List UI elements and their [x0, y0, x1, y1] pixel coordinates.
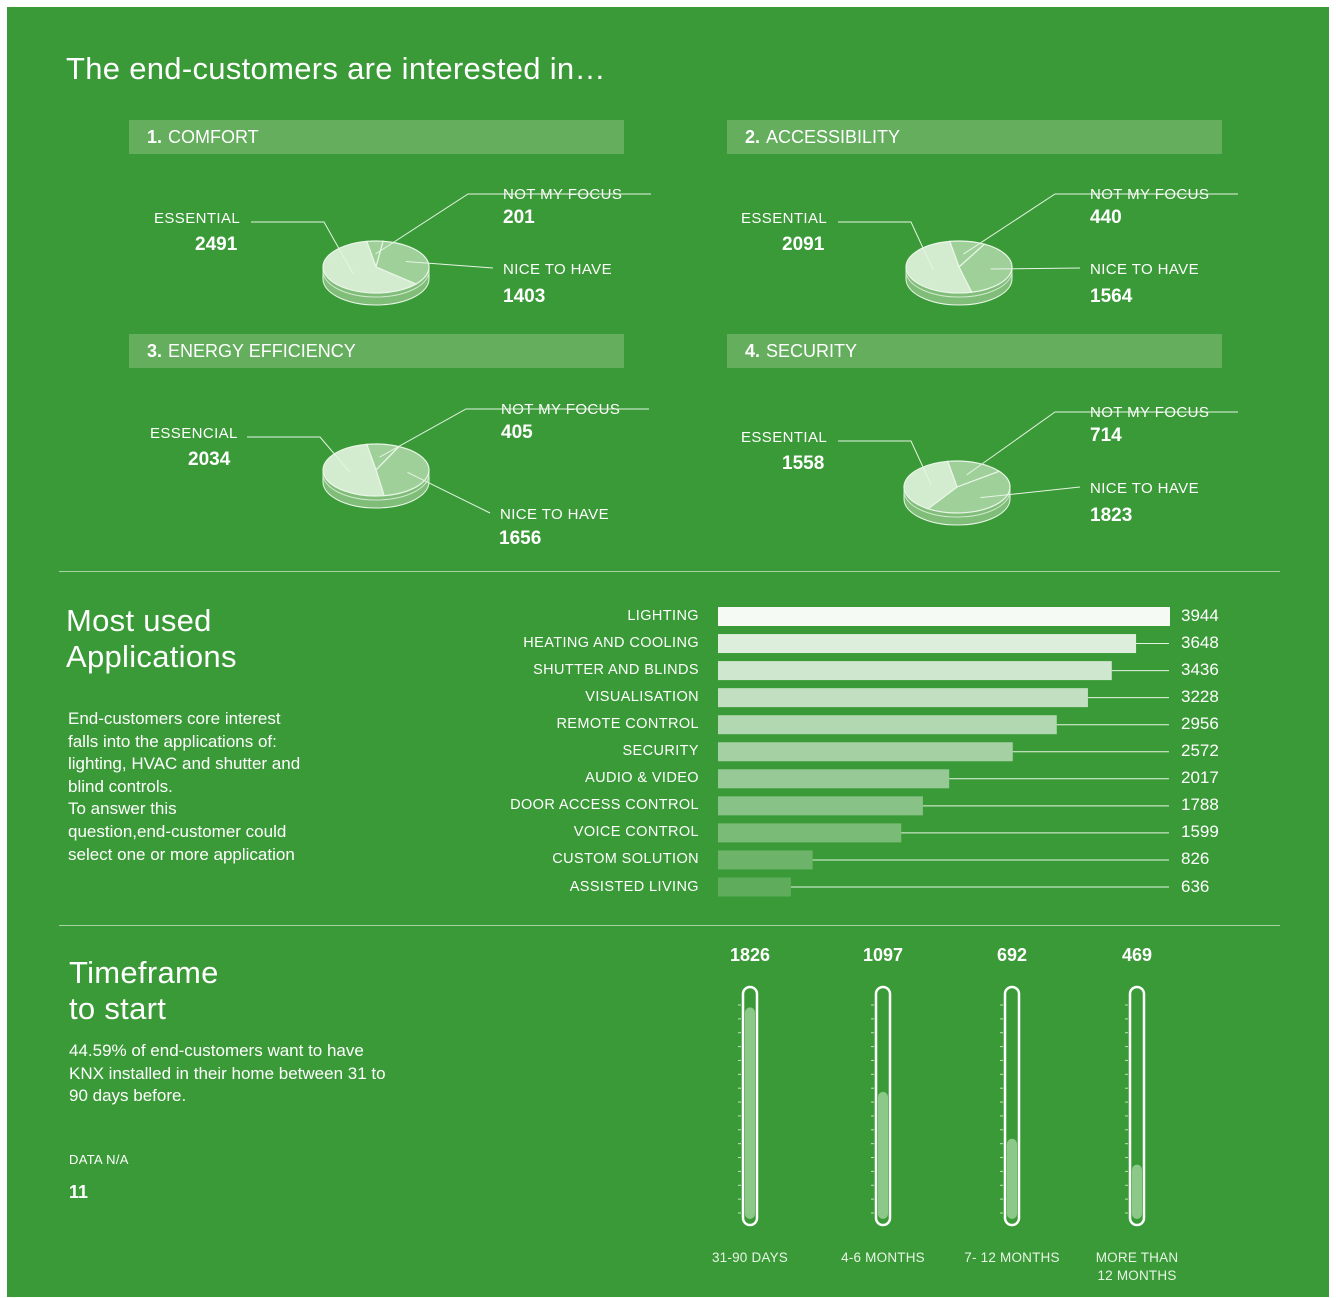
pie-charts	[247, 193, 1238, 526]
bar-label: REMOTE CONTROL	[556, 716, 699, 733]
thermometer-label: 31-90 DAYS	[711, 1250, 789, 1265]
pie-1	[251, 193, 651, 306]
thermometer-fill	[878, 1091, 888, 1219]
bar-label: CUSTOM SOLUTION	[552, 851, 699, 868]
bar-value: 3436	[1181, 660, 1219, 680]
bar-label: ASSISTED LIVING	[569, 878, 699, 895]
applications-text-line: question,end-customer could	[68, 821, 287, 841]
thermometer-fill	[745, 1007, 755, 1219]
timeframe-text-line: 44.59% of end-customers want to have	[69, 1041, 364, 1060]
bar	[718, 715, 1057, 735]
pie-3	[247, 408, 649, 514]
bar-value: 2956	[1181, 714, 1219, 734]
bar	[718, 661, 1112, 681]
thermometer-tube	[1003, 985, 1021, 1227]
thermometer-value: 1097	[862, 945, 904, 965]
applications-description: End-customers core interest falls into th…	[68, 708, 388, 866]
leader-not-focus	[966, 411, 1238, 476]
applications-text-line: lighting, HVAC and shutter and	[68, 754, 301, 774]
timeframe-text-line: KNX installed in their home between 31 t…	[69, 1063, 386, 1083]
bar	[718, 742, 1013, 762]
thermometer-fill	[1007, 1138, 1017, 1219]
applications-text-line: End-customers core interest	[68, 709, 281, 728]
bar	[718, 850, 813, 870]
thermometer-value: 469	[1121, 945, 1153, 965]
bar-label: HEATING AND COOLING	[523, 635, 699, 652]
data-na-value: 11	[69, 1182, 89, 1202]
bar-value: 3228	[1181, 687, 1219, 707]
applications-title: Most used Applications	[66, 603, 237, 674]
bar	[718, 634, 1137, 654]
thermometer-label: MORE THAN 12 MONTHS	[1095, 1250, 1179, 1283]
timeframe-title: Timeframe to start	[69, 955, 219, 1026]
divider	[59, 925, 1280, 926]
thermometer-tube	[874, 985, 892, 1227]
bar-label: VISUALISATION	[585, 689, 699, 706]
applications-text-line: To answer this	[68, 799, 177, 819]
thermometer-value: 692	[996, 945, 1028, 965]
bar-label: LIGHTING	[627, 608, 699, 624]
bar	[718, 877, 791, 897]
bar-label: SECURITY	[622, 743, 699, 760]
bar-value: 3648	[1181, 633, 1219, 653]
bar-label: DOOR ACCESS CONTROL	[510, 797, 699, 814]
leader-not-focus	[379, 408, 649, 458]
applications-text-line: blind controls.	[68, 776, 173, 796]
bar-value: 1599	[1181, 822, 1219, 842]
thermometer-label: 4-6 MONTHS	[841, 1250, 925, 1265]
bar	[718, 688, 1088, 708]
bar-label: SHUTTER AND BLINDS	[533, 662, 699, 679]
bar	[718, 823, 902, 843]
bar-value: 826	[1181, 849, 1210, 869]
applications-text-line: select one or more application	[68, 844, 295, 864]
leader-not-focus	[375, 193, 651, 255]
bar	[718, 607, 1170, 626]
thermometer	[738, 985, 759, 1227]
bar-value: 3944	[1181, 606, 1219, 625]
timeframe-description: 44.59% of end-customers want to have KNX …	[69, 1040, 469, 1108]
data-na-label: DATA N/A	[69, 1152, 129, 1167]
applications-text-line: falls into the applications of:	[68, 731, 277, 751]
pie-2	[838, 193, 1238, 306]
thermometer-tube	[1128, 985, 1146, 1227]
timeframe-text-line: 90 days before.	[69, 1086, 187, 1106]
bar-value: 2572	[1181, 741, 1219, 761]
infographic-panel: The end-customers are interested in… 1. C…	[7, 7, 1329, 1297]
bar-label: VOICE CONTROL	[573, 824, 699, 841]
divider	[59, 571, 1280, 572]
thermometer-value: 1826	[729, 945, 771, 965]
bar-value: 2017	[1181, 768, 1219, 788]
leader-not-focus	[963, 193, 1238, 255]
thermometer	[1000, 985, 1021, 1227]
thermometer-fill	[1132, 1164, 1142, 1219]
bar	[718, 769, 950, 789]
bar-value: 1788	[1181, 795, 1219, 815]
thermometer-tube	[741, 985, 759, 1227]
thermometer	[1125, 985, 1146, 1227]
bar-value: 636	[1181, 876, 1210, 896]
pie-4	[838, 411, 1238, 526]
thermometer-label: 7- 12 MONTHS	[964, 1250, 1060, 1265]
bar-label: AUDIO & VIDEO	[585, 770, 699, 787]
thermometer	[871, 985, 892, 1227]
bar	[718, 796, 923, 816]
